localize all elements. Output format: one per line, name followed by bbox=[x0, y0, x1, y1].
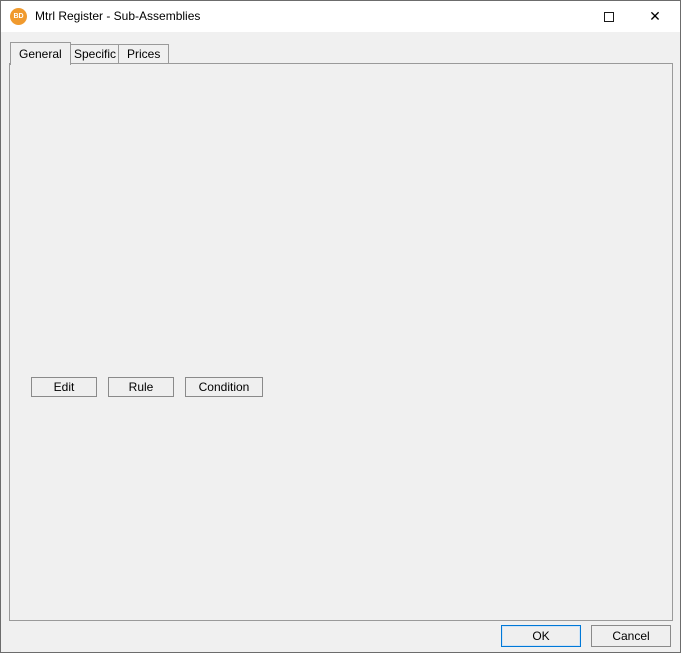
dialog-window: BD Mtrl Register - Sub-Assemblies ✕ Gene… bbox=[0, 0, 681, 653]
app-icon: BD bbox=[10, 8, 27, 25]
ok-button[interactable]: OK bbox=[501, 625, 581, 647]
tab-prices[interactable]: Prices bbox=[118, 44, 169, 64]
tab-general[interactable]: General bbox=[10, 42, 71, 65]
tab-specific[interactable]: Specific bbox=[65, 44, 125, 64]
condition-button[interactable]: Condition bbox=[185, 377, 263, 397]
maximize-icon bbox=[604, 12, 614, 22]
edit-button[interactable]: Edit bbox=[31, 377, 97, 397]
window-title: Mtrl Register - Sub-Assemblies bbox=[35, 1, 200, 32]
maximize-button[interactable] bbox=[586, 1, 632, 32]
tab-panel bbox=[9, 63, 673, 621]
close-button[interactable]: ✕ bbox=[632, 1, 678, 32]
close-icon: ✕ bbox=[649, 8, 661, 25]
title-bar[interactable]: BD Mtrl Register - Sub-Assemblies ✕ bbox=[1, 1, 680, 32]
cancel-button[interactable]: Cancel bbox=[591, 625, 671, 647]
rule-button[interactable]: Rule bbox=[108, 377, 174, 397]
